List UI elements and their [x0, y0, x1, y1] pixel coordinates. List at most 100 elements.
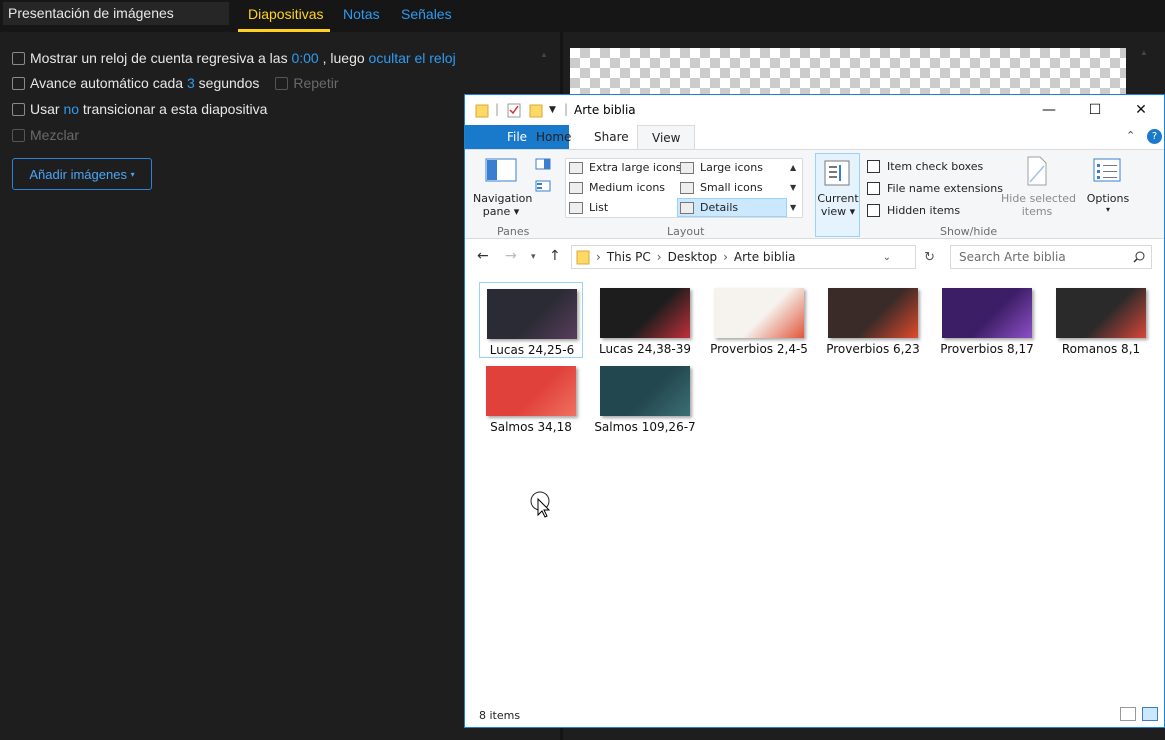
hidden-items-label: Hidden items: [887, 204, 961, 217]
transition-checkbox[interactable]: [12, 102, 25, 116]
layout-large-icons[interactable]: Large icons: [680, 161, 763, 174]
show-hide-group-label: Show/hide: [940, 225, 998, 238]
close-button[interactable]: ✕: [1118, 95, 1164, 125]
file-thumbnail: [600, 288, 690, 338]
breadcrumb-this-pc[interactable]: This PC: [607, 250, 651, 264]
auto-advance-seconds-link[interactable]: 3: [187, 75, 195, 91]
preview-pane-icon[interactable]: [535, 158, 551, 170]
ribbon-view: Navigation pane ▾ Panes Extra large icon…: [465, 149, 1164, 239]
top-bar: Presentación de imágenes Diapositivas No…: [0, 0, 1165, 32]
breadcrumb-chevron-icon: ›: [723, 250, 728, 264]
maximize-button[interactable]: ☐: [1072, 95, 1118, 125]
hide-selected-label-2: items: [1021, 205, 1053, 218]
address-dropdown-icon[interactable]: ⌄: [883, 252, 891, 263]
options-button[interactable]: Options ▾: [1085, 192, 1131, 214]
layout-details[interactable]: Details: [677, 198, 787, 217]
add-images-button[interactable]: Añadir imágenes ▾: [12, 158, 152, 190]
file-thumbnail: [486, 366, 576, 416]
layout-extra-large-icons[interactable]: Extra large icons: [569, 161, 681, 174]
layout-medium-icons[interactable]: Medium icons: [569, 181, 665, 194]
countdown-time-link[interactable]: 0:00: [291, 50, 318, 66]
tab-notas[interactable]: Notas: [343, 6, 380, 22]
file-item[interactable]: Lucas 24,38-39: [593, 282, 697, 358]
file-item[interactable]: Proverbios 6,23: [821, 282, 925, 358]
current-view-label-2: view: [820, 205, 847, 218]
navigation-pane-button[interactable]: Navigation pane ▾: [473, 192, 532, 218]
hidden-items-option[interactable]: Hidden items: [867, 204, 960, 217]
large-icons-view-toggle[interactable]: [1142, 707, 1158, 721]
file-list: Lucas 24,25-6 Lucas 24,38-39 Proverbios 2,…: [465, 280, 1164, 700]
recent-locations-icon[interactable]: ▾: [531, 252, 536, 262]
forward-arrow-icon[interactable]: →: [505, 248, 517, 264]
repeat-checkbox[interactable]: [275, 76, 289, 90]
small-icons-icon: [680, 181, 694, 194]
back-arrow-icon[interactable]: ←: [477, 248, 489, 264]
file-name-extensions-checkbox[interactable]: [867, 182, 880, 195]
active-tab-indicator: [238, 29, 330, 32]
file-name: Proverbios 6,23: [826, 342, 920, 356]
breadcrumb-desktop[interactable]: Desktop: [668, 250, 718, 264]
gallery-scroll-down-icon[interactable]: ▼: [790, 183, 796, 192]
layout-small-icons[interactable]: Small icons: [680, 181, 763, 194]
layout-list[interactable]: List: [569, 201, 608, 214]
medium-icons-icon: [569, 181, 583, 194]
file-item[interactable]: Salmos 109,26-7: [593, 360, 697, 436]
help-icon[interactable]: ?: [1147, 129, 1162, 144]
file-thumbnail: [487, 289, 577, 339]
file-name: Salmos 34,18: [490, 420, 572, 434]
details-view-toggle[interactable]: [1120, 707, 1136, 721]
hide-selected-items-button[interactable]: Hide selected items: [1001, 192, 1076, 218]
file-item[interactable]: Lucas 24,25-6: [479, 282, 583, 358]
details-pane-icon[interactable]: [535, 180, 551, 192]
file-name-extensions-option[interactable]: File name extensions: [867, 182, 1003, 195]
tab-senales[interactable]: Señales: [401, 6, 452, 22]
gallery-expand-icon[interactable]: ▼: [790, 203, 796, 212]
current-view-button[interactable]: Current view ▾: [815, 153, 860, 237]
breadcrumb-arte-biblia[interactable]: Arte biblia: [734, 250, 796, 264]
details-icon: [680, 201, 694, 214]
transition-link[interactable]: no: [63, 101, 79, 117]
hide-clock-link[interactable]: ocultar el reloj: [369, 50, 456, 66]
maximize-icon: ☐: [1088, 102, 1102, 118]
address-bar[interactable]: › This PC › Desktop › Arte biblia ⌄ ↻: [571, 245, 935, 269]
search-input[interactable]: Search Arte biblia: [950, 245, 1152, 269]
countdown-label: Mostrar un reloj de cuenta regresiva a l…: [30, 50, 288, 66]
up-arrow-icon[interactable]: ↑: [549, 248, 561, 264]
file-item[interactable]: Proverbios 2,4-5: [707, 282, 811, 358]
scroll-up-icon[interactable]: ▲: [540, 50, 548, 59]
explorer-titlebar[interactable]: | ▼ | Arte biblia — ☐ ✕: [465, 95, 1164, 125]
preview-scroll-up-icon[interactable]: ▲: [1140, 48, 1148, 57]
layout-label: Details: [700, 201, 739, 214]
tab-home[interactable]: Home: [522, 125, 585, 149]
shuffle-checkbox[interactable]: [12, 128, 25, 142]
refresh-icon[interactable]: ↻: [924, 250, 935, 265]
customize-toolbar-icon[interactable]: ▼: [549, 105, 556, 115]
auto-advance-checkbox[interactable]: [12, 76, 25, 90]
hidden-items-checkbox[interactable]: [867, 204, 880, 217]
collapse-ribbon-icon[interactable]: ⌃: [1126, 129, 1135, 142]
file-name-extensions-label: File name extensions: [887, 182, 1003, 195]
gallery-scroll-up-icon[interactable]: ▲: [790, 163, 796, 172]
item-check-boxes-option[interactable]: Item check boxes: [867, 160, 983, 173]
properties-icon[interactable]: [507, 102, 521, 118]
tab-share[interactable]: Share: [580, 125, 643, 149]
file-thumbnail: [942, 288, 1032, 338]
minimize-button[interactable]: —: [1026, 95, 1072, 125]
minimize-icon: —: [1042, 102, 1056, 118]
options-icon: [1093, 158, 1121, 182]
tab-diapositivas[interactable]: Diapositivas: [248, 6, 323, 22]
file-item[interactable]: Salmos 34,18: [479, 360, 583, 436]
options-label: Options: [1086, 192, 1130, 205]
presentation-title-field[interactable]: Presentación de imágenes: [3, 2, 229, 25]
file-name: Proverbios 8,17: [940, 342, 1034, 356]
auto-advance-option: Avance automático cada 3 segundos Repeti…: [12, 75, 339, 91]
countdown-checkbox[interactable]: [12, 51, 25, 65]
file-item[interactable]: Proverbios 8,17: [935, 282, 1039, 358]
transition-option: Usar no transicionar a esta diapositiva: [12, 101, 267, 117]
item-check-boxes-checkbox[interactable]: [867, 160, 880, 173]
transition-label-pre: Usar: [30, 101, 60, 117]
explorer-window: | ▼ | Arte biblia — ☐ ✕ File Home Share …: [464, 94, 1165, 728]
new-folder-icon[interactable]: [529, 102, 543, 118]
file-item[interactable]: Romanos 8,1: [1049, 282, 1153, 358]
tab-view[interactable]: View: [637, 125, 696, 150]
